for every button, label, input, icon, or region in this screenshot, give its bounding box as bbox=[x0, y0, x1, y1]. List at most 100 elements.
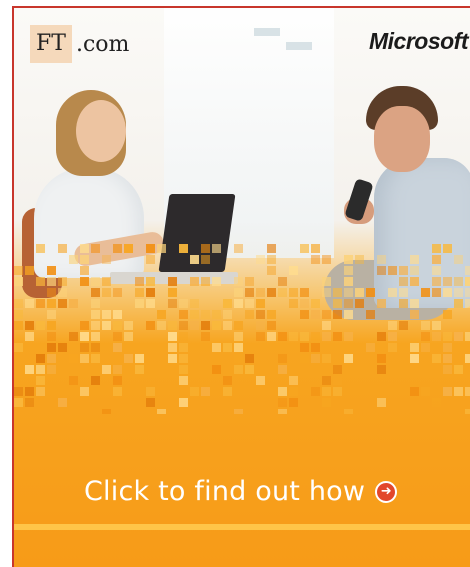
window-blind bbox=[254, 28, 280, 36]
mosaic-tile bbox=[432, 332, 441, 341]
mosaic-tile bbox=[454, 332, 463, 341]
mosaic-tile bbox=[388, 321, 397, 330]
mosaic-tile bbox=[201, 277, 210, 286]
mosaic-tile bbox=[201, 255, 210, 264]
mosaic-tile bbox=[344, 255, 353, 264]
mosaic-tile bbox=[432, 321, 441, 330]
mosaic-tile bbox=[124, 244, 133, 253]
mosaic-tile bbox=[278, 365, 287, 374]
mosaic-tile bbox=[212, 244, 221, 253]
mosaic-tile bbox=[267, 332, 276, 341]
cta-link[interactable]: Click to find out how ➜ bbox=[84, 476, 398, 507]
mosaic-tile bbox=[36, 354, 45, 363]
mosaic-tile bbox=[190, 299, 199, 308]
mosaic-tile bbox=[256, 376, 265, 385]
mosaic-tile bbox=[377, 398, 386, 407]
mosaic-tile bbox=[91, 332, 100, 341]
mosaic-tile bbox=[36, 365, 45, 374]
ft-microsoft-banner-ad[interactable]: FT .com Microsoft Click to find out how … bbox=[12, 6, 470, 567]
mosaic-tile bbox=[256, 310, 265, 319]
mosaic-tile bbox=[333, 387, 342, 396]
mosaic-tile bbox=[47, 343, 56, 352]
mosaic-tile bbox=[278, 332, 287, 341]
mosaic-tile bbox=[289, 299, 298, 308]
mosaic-tile bbox=[47, 332, 56, 341]
mosaic-tile bbox=[344, 299, 353, 308]
arrow-right-circle-icon[interactable]: ➜ bbox=[375, 480, 398, 503]
mosaic-tile bbox=[14, 310, 23, 319]
mosaic-tile bbox=[333, 332, 342, 341]
mosaic-tile bbox=[190, 321, 199, 330]
mosaic-tile bbox=[289, 398, 298, 407]
mosaic-tile bbox=[25, 387, 34, 396]
mosaic-tile bbox=[311, 387, 320, 396]
mosaic-tile bbox=[179, 321, 188, 330]
mosaic-tile bbox=[179, 343, 188, 352]
mosaic-tile bbox=[168, 321, 177, 330]
mosaic-tile bbox=[377, 332, 386, 341]
mosaic-tile bbox=[311, 332, 320, 341]
mosaic-tile bbox=[124, 321, 133, 330]
mosaic-tile bbox=[355, 255, 364, 264]
ft-logo-box: FT bbox=[30, 25, 72, 63]
mosaic-tile bbox=[91, 354, 100, 363]
mosaic-tile bbox=[47, 321, 56, 330]
mosaic-tile bbox=[311, 343, 320, 352]
mosaic-tile bbox=[223, 310, 232, 319]
mosaic-tile bbox=[157, 321, 166, 330]
mosaic-tile bbox=[256, 255, 265, 264]
mosaic-tile bbox=[223, 343, 232, 352]
mosaic-tile bbox=[102, 255, 111, 264]
mosaic-tile bbox=[146, 299, 155, 308]
mosaic-tile bbox=[432, 365, 441, 374]
man-face bbox=[374, 106, 430, 172]
mosaic-tile bbox=[80, 332, 89, 341]
mosaic-tile bbox=[256, 299, 265, 308]
mosaic-tile bbox=[14, 343, 23, 352]
mosaic-tile bbox=[377, 354, 386, 363]
mosaic-tile bbox=[300, 354, 309, 363]
mosaic-tile bbox=[223, 365, 232, 374]
mosaic-tile bbox=[399, 299, 408, 308]
mosaic-tile bbox=[69, 255, 78, 264]
mosaic-tile bbox=[256, 288, 265, 297]
mosaic-tile bbox=[333, 365, 342, 374]
mosaic-tile bbox=[333, 343, 342, 352]
mosaic-tile bbox=[212, 310, 221, 319]
mosaic-tile bbox=[234, 365, 243, 374]
mosaic-tile bbox=[344, 266, 353, 275]
mosaic-tile bbox=[454, 288, 463, 297]
mosaic-tile bbox=[135, 299, 144, 308]
mosaic-tile bbox=[311, 244, 320, 253]
mosaic-tile bbox=[212, 321, 221, 330]
mosaic-tile bbox=[102, 277, 111, 286]
mosaic-tile bbox=[47, 299, 56, 308]
mosaic-tile bbox=[443, 387, 452, 396]
mosaic-tile bbox=[399, 321, 408, 330]
mosaic-tile bbox=[377, 365, 386, 374]
mosaic-tile bbox=[355, 288, 364, 297]
mosaic-tile bbox=[300, 288, 309, 297]
mosaic-tile bbox=[421, 343, 430, 352]
ft-logo-domain: .com bbox=[75, 31, 130, 57]
mosaic-tile bbox=[146, 255, 155, 264]
mosaic-tile bbox=[366, 288, 375, 297]
mosaic-tile bbox=[421, 288, 430, 297]
mosaic-tile bbox=[256, 321, 265, 330]
mosaic-tile bbox=[168, 277, 177, 286]
mosaic-tile bbox=[322, 354, 331, 363]
mosaic-tile bbox=[234, 354, 243, 363]
mosaic-tile bbox=[289, 376, 298, 385]
mosaic-tile bbox=[25, 321, 34, 330]
mosaic-tile bbox=[234, 299, 243, 308]
mosaic-tile bbox=[322, 288, 331, 297]
mosaic-tile bbox=[113, 244, 122, 253]
mosaic-tile bbox=[135, 277, 144, 286]
mosaic-tile bbox=[344, 277, 353, 286]
mosaic-tile bbox=[278, 409, 287, 414]
mosaic-tile bbox=[245, 354, 254, 363]
mosaic-tile bbox=[234, 277, 243, 286]
mosaic-tile bbox=[300, 244, 309, 253]
mosaic-tile bbox=[443, 343, 452, 352]
mosaic-tile bbox=[91, 376, 100, 385]
